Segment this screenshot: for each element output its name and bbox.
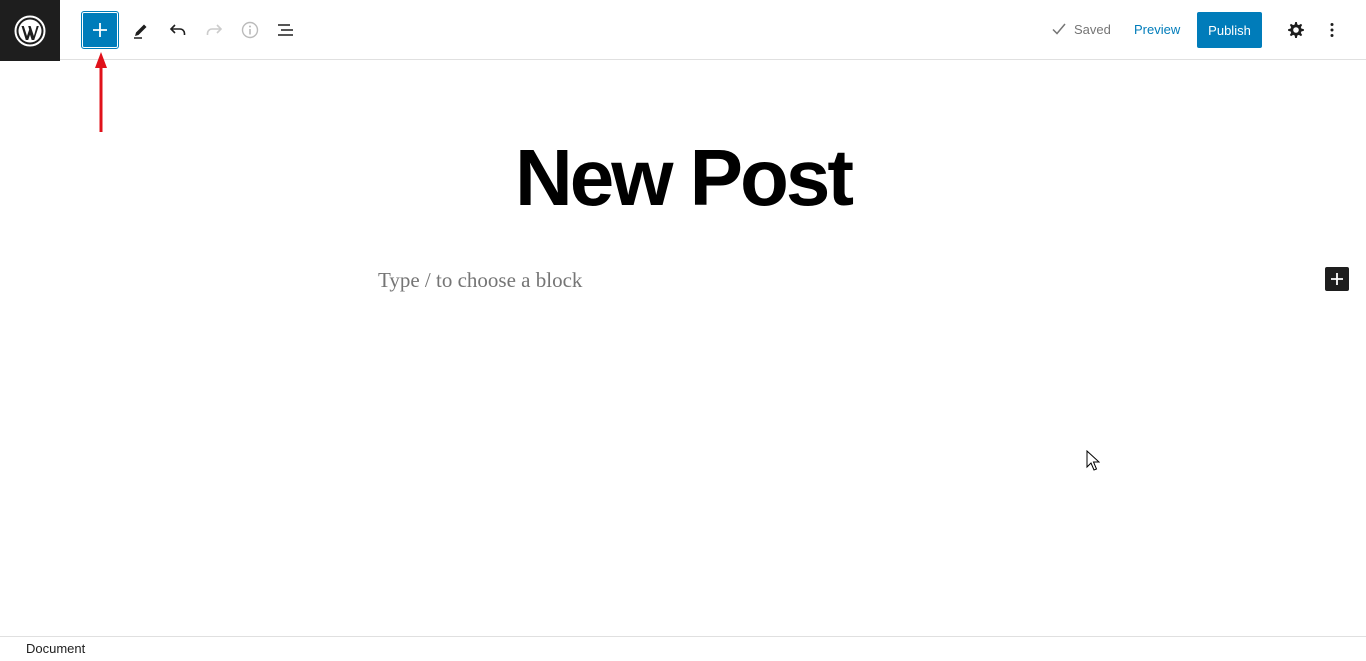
block-inserter-button[interactable] [81,11,119,49]
add-block-button[interactable] [1325,267,1349,291]
block-placeholder[interactable]: Type / to choose a block [378,268,582,293]
pencil-icon [134,24,147,39]
check-icon [1052,23,1066,35]
settings-button[interactable] [1278,12,1314,48]
mouse-cursor-icon [1086,450,1100,471]
gear-icon [1288,22,1304,38]
list-view-button[interactable] [268,12,304,48]
plus-icon [93,23,107,37]
undo-button[interactable] [160,12,196,48]
preview-button[interactable]: Preview [1134,22,1180,37]
annotation-arrow-icon [95,52,107,132]
undo-icon [169,24,186,35]
publish-button[interactable]: Publish [1197,12,1262,48]
more-vertical-icon [1330,23,1334,37]
post-title[interactable]: New Post [0,132,1366,224]
redo-button[interactable] [196,12,232,48]
breadcrumb-document[interactable]: Document [26,641,85,656]
plus-icon [1331,273,1343,285]
tools-button[interactable] [123,12,159,48]
info-icon [241,21,259,39]
list-view-icon [278,24,293,36]
saved-indicator: Saved [1050,20,1111,38]
redo-icon [206,24,223,35]
saved-label: Saved [1074,21,1111,37]
editor-header: Saved Preview Publish [0,0,1366,61]
details-button[interactable] [232,12,268,48]
more-options-button[interactable] [1314,12,1350,48]
wordpress-logo-icon[interactable] [0,0,60,61]
footer-breadcrumb: Document [0,636,1366,661]
